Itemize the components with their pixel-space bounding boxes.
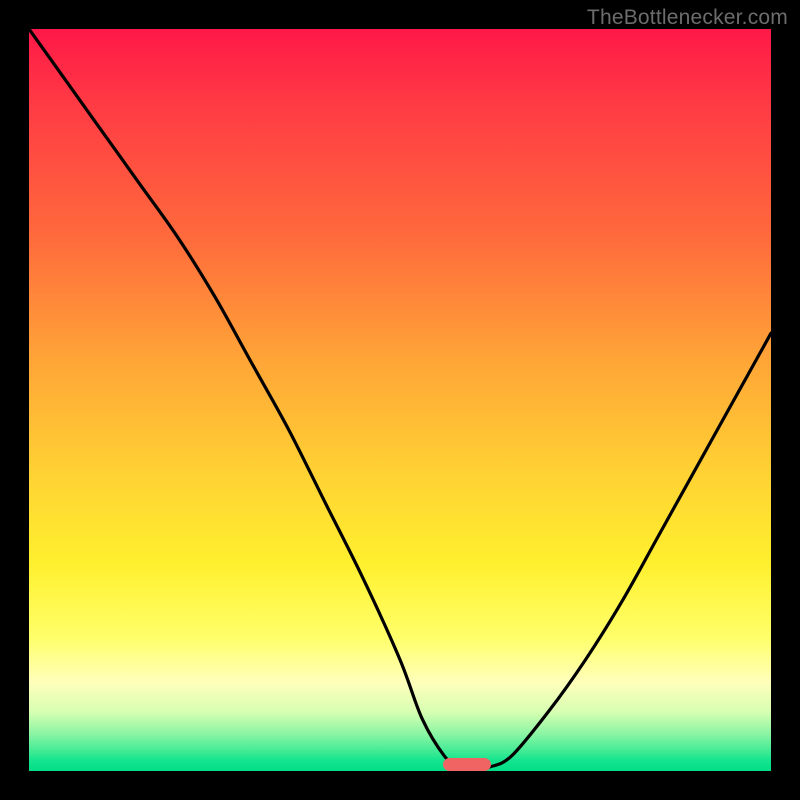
watermark-text: TheBottlenecker.com xyxy=(587,6,788,30)
optimal-marker xyxy=(443,758,491,771)
plot-area xyxy=(29,29,771,771)
chart-frame: TheBottlenecker.com xyxy=(0,0,800,800)
bottleneck-curve xyxy=(29,29,771,771)
